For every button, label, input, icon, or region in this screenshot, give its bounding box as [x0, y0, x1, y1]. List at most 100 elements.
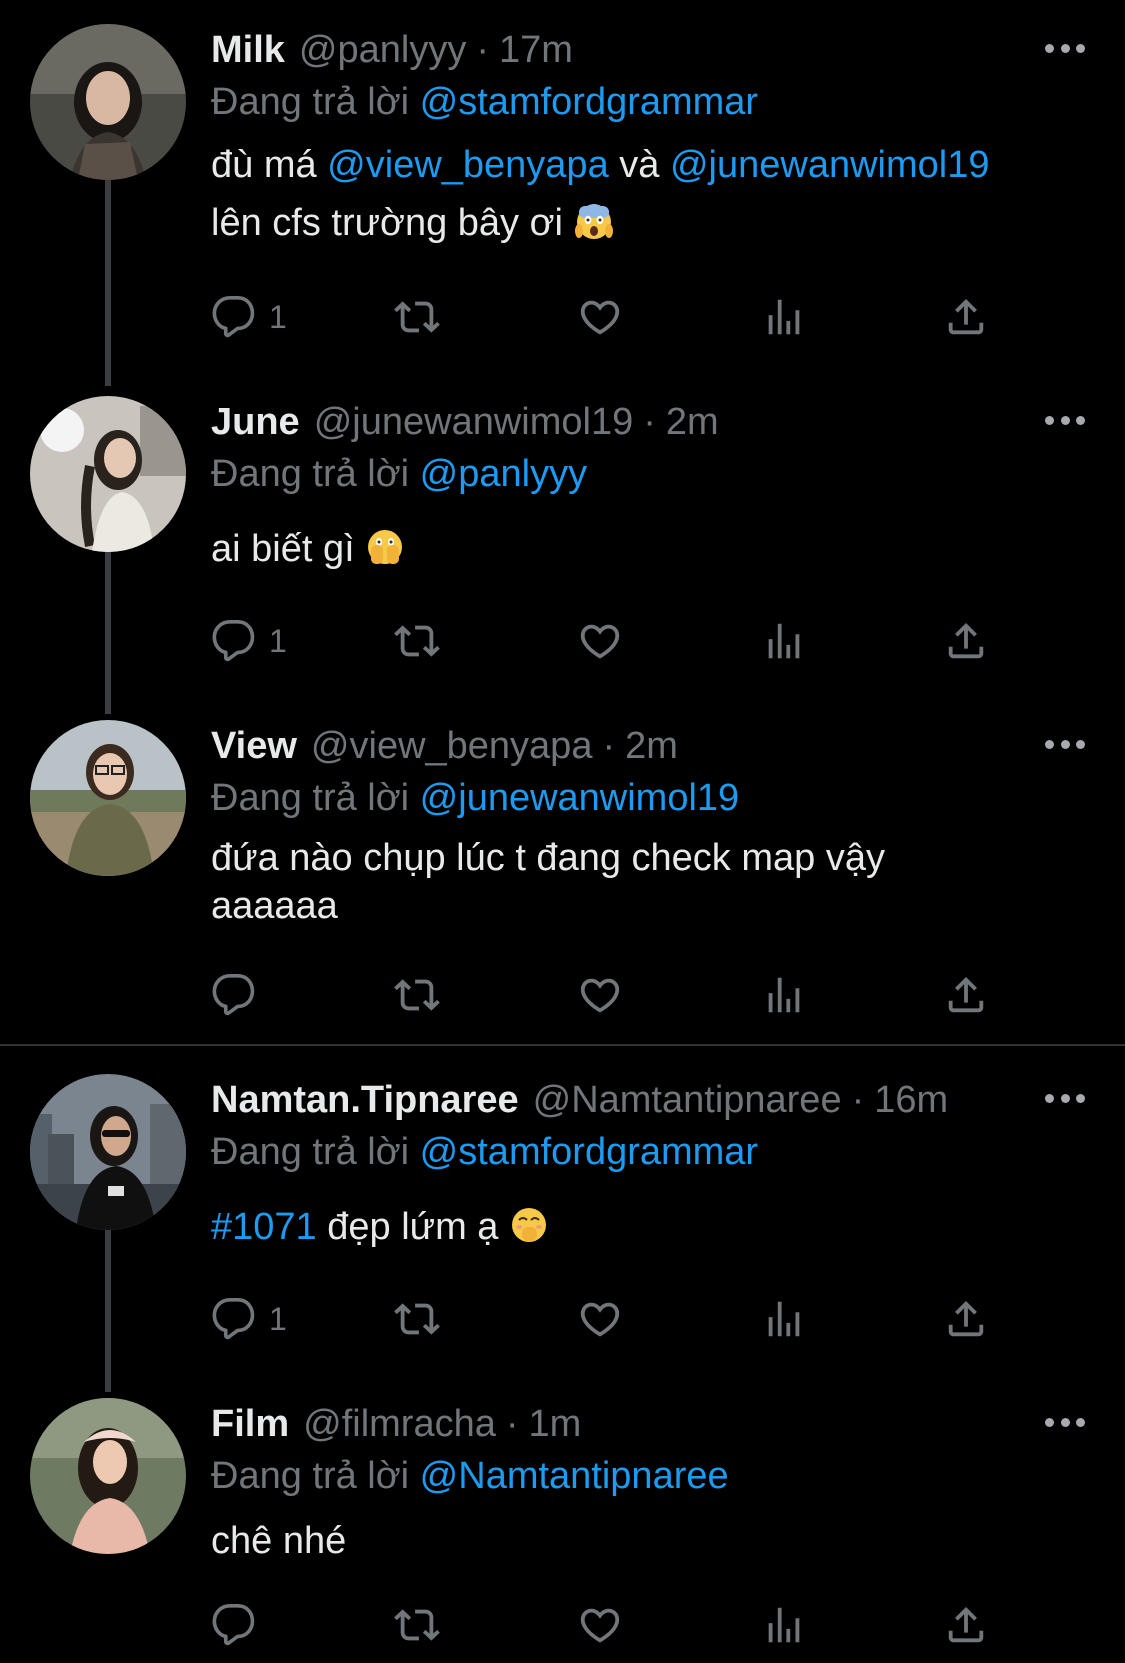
- more-icon[interactable]: [1045, 408, 1085, 432]
- user-handle[interactable]: @filmracha: [303, 1398, 496, 1450]
- reply-count: 1: [269, 622, 287, 659]
- user-handle[interactable]: @panlyyy: [299, 24, 466, 76]
- reply-icon: [211, 1602, 257, 1648]
- reply-button[interactable]: 1: [211, 292, 287, 342]
- reply-button[interactable]: 1: [211, 616, 287, 666]
- tweet-text-segment: chê nhé: [211, 1520, 347, 1562]
- replying-to-label: Đang trả lời: [211, 777, 410, 819]
- more-icon[interactable]: [1045, 732, 1085, 756]
- tweet-text: đù má @view_benyapa và @junewanwimol19 l…: [211, 136, 1085, 252]
- tweet-text-segment: đẹp lứm ạ: [316, 1206, 509, 1248]
- retweet-icon: [394, 1296, 440, 1342]
- reply-button[interactable]: [211, 1600, 269, 1650]
- reply-button[interactable]: 1: [211, 1294, 287, 1344]
- views-button[interactable]: [761, 1294, 807, 1344]
- heart-icon: [577, 972, 623, 1018]
- avatar[interactable]: [30, 1074, 186, 1230]
- retweet-button[interactable]: [394, 292, 440, 342]
- share-icon: [943, 618, 989, 664]
- more-icon[interactable]: [1045, 1410, 1085, 1434]
- tweet-text-segment: aaaaaa: [211, 885, 338, 927]
- thread-divider: [0, 1044, 1125, 1046]
- timestamp[interactable]: 17m: [499, 24, 573, 76]
- hashtag-link[interactable]: #1071: [211, 1206, 317, 1248]
- views-icon: [761, 618, 807, 664]
- reply-mention-link[interactable]: @stamfordgrammar: [420, 81, 758, 123]
- separator-dot: ·: [505, 1403, 519, 1445]
- display-name[interactable]: June: [211, 396, 300, 448]
- face-with-hand-over-mouth-emoji: [511, 1208, 546, 1242]
- share-button[interactable]: [943, 616, 989, 666]
- like-button[interactable]: [577, 292, 623, 342]
- share-button[interactable]: [943, 1600, 989, 1650]
- replying-to-label: Đang trả lời: [211, 1455, 410, 1497]
- tweet-text-segment: đứa nào chụp lúc t đang check map vậy: [211, 837, 885, 879]
- heart-icon: [577, 1296, 623, 1342]
- separator-dot: ·: [643, 401, 656, 443]
- timestamp[interactable]: 2m: [666, 396, 719, 448]
- tweet-actions: [211, 970, 1001, 1020]
- tweet-actions: 1: [211, 292, 1001, 342]
- tweet-text-segment: và: [608, 144, 670, 186]
- replying-to: Đang trả lời @panlyyy: [211, 448, 1085, 500]
- replying-to-label: Đang trả lời: [211, 81, 410, 123]
- views-icon: [761, 1296, 807, 1342]
- views-icon: [761, 972, 807, 1018]
- timestamp[interactable]: 2m: [625, 720, 678, 772]
- tweet-text: chê nhé: [211, 1512, 1085, 1570]
- tweet-actions: [211, 1600, 1001, 1650]
- display-name[interactable]: Milk: [211, 24, 285, 76]
- share-button[interactable]: [943, 1294, 989, 1344]
- tweet-text: đứa nào chụp lúc t đang check map vậy aa…: [211, 834, 1085, 930]
- retweet-button[interactable]: [394, 970, 440, 1020]
- display-name[interactable]: Namtan.Tipnaree: [211, 1074, 519, 1126]
- separator-dot: ·: [602, 725, 616, 767]
- tweet-text: #1071 đẹp lứm ạ: [211, 1198, 1085, 1256]
- reply-count: 1: [269, 1300, 287, 1337]
- user-handle[interactable]: @Namtantipnaree: [533, 1074, 842, 1126]
- like-button[interactable]: [577, 970, 623, 1020]
- views-button[interactable]: [761, 292, 807, 342]
- avatar[interactable]: [30, 720, 186, 876]
- user-handle[interactable]: @junewanwimol19: [314, 396, 634, 448]
- reply-mention-link[interactable]: @panlyyy: [420, 453, 587, 495]
- reply-icon: [211, 618, 257, 664]
- tweet-header: View @view_benyapa · 2m: [211, 720, 1085, 772]
- tweet-text: ai biết gì: [211, 520, 1085, 578]
- timestamp[interactable]: 1m: [529, 1398, 582, 1450]
- retweet-button[interactable]: [394, 1294, 440, 1344]
- share-button[interactable]: [943, 970, 989, 1020]
- user-handle[interactable]: @view_benyapa: [311, 720, 593, 772]
- more-icon[interactable]: [1045, 36, 1085, 60]
- reply-mention-link[interactable]: @stamfordgrammar: [420, 1131, 758, 1173]
- display-name[interactable]: View: [211, 720, 297, 772]
- share-icon: [943, 972, 989, 1018]
- views-button[interactable]: [761, 616, 807, 666]
- timestamp[interactable]: 16m: [874, 1074, 948, 1126]
- separator-dot: ·: [476, 29, 489, 71]
- avatar[interactable]: [30, 396, 186, 552]
- replying-to: Đang trả lời @stamfordgrammar: [211, 76, 1085, 128]
- share-button[interactable]: [943, 292, 989, 342]
- avatar[interactable]: [30, 24, 186, 180]
- heart-icon: [577, 1602, 623, 1648]
- reply-button[interactable]: [211, 970, 269, 1020]
- reply-count: 1: [269, 298, 287, 335]
- more-icon[interactable]: [1045, 1086, 1085, 1110]
- separator-dot: ·: [851, 1079, 865, 1121]
- views-button[interactable]: [761, 970, 807, 1020]
- mention-link[interactable]: @view_benyapa: [327, 144, 609, 186]
- retweet-button[interactable]: [394, 616, 440, 666]
- like-button[interactable]: [577, 1600, 623, 1650]
- reply-mention-link[interactable]: @junewanwimol19: [420, 777, 740, 819]
- views-button[interactable]: [761, 1600, 807, 1650]
- tweet-header: Namtan.Tipnaree @Namtantipnaree · 16m: [211, 1074, 1085, 1126]
- like-button[interactable]: [577, 616, 623, 666]
- like-button[interactable]: [577, 1294, 623, 1344]
- reply-mention-link[interactable]: @Namtantipnaree: [420, 1455, 729, 1497]
- mention-link[interactable]: @junewanwimol19: [670, 144, 990, 186]
- retweet-button[interactable]: [394, 1600, 440, 1650]
- avatar[interactable]: [30, 1398, 186, 1554]
- display-name[interactable]: Film: [211, 1398, 289, 1450]
- tweet-text-segment: lên cfs trường bây ơi: [211, 202, 574, 244]
